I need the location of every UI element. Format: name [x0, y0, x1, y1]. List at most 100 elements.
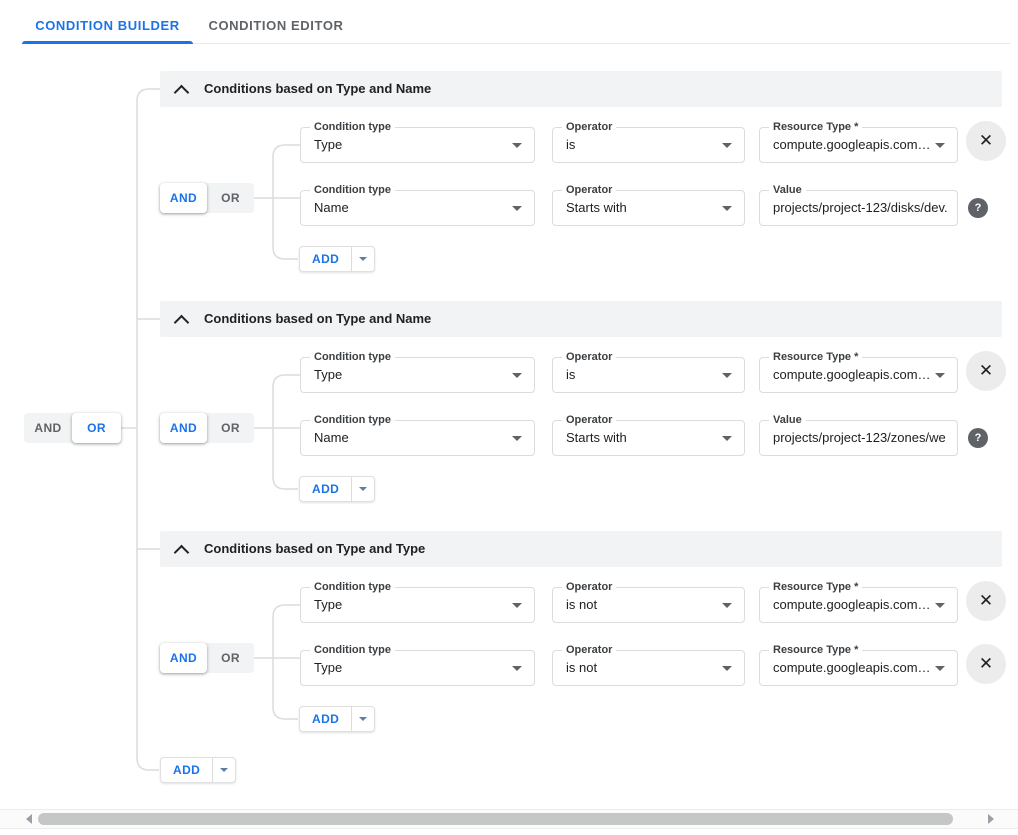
field-value: compute.googleapis.com…	[773, 651, 931, 685]
outer-or-option[interactable]: OR	[72, 413, 121, 443]
horizontal-scrollbar[interactable]	[0, 809, 1018, 829]
condition-type-select[interactable]: Condition type Type	[300, 587, 535, 623]
add-label: ADD	[161, 758, 212, 782]
chevron-down-icon	[722, 666, 732, 671]
field-value: Starts with	[566, 191, 718, 225]
add-label: ADD	[300, 707, 351, 731]
field-value: projects/project-123/disks/dev.	[773, 191, 949, 225]
group-title: Conditions based on Type and Type	[204, 531, 425, 567]
add-dropdown-button[interactable]	[213, 758, 235, 782]
remove-condition-button[interactable]: ✕	[966, 121, 1006, 161]
outer-and-option[interactable]: AND	[24, 413, 72, 443]
operator-select[interactable]: Operator is	[552, 357, 745, 393]
add-dropdown-button[interactable]	[352, 247, 374, 271]
resource-type-select[interactable]: Resource Type * compute.googleapis.com…	[759, 127, 958, 163]
chevron-down-icon	[935, 666, 945, 671]
caret-down-icon	[359, 487, 367, 491]
or-option[interactable]: OR	[207, 643, 254, 673]
field-value: compute.googleapis.com…	[773, 358, 931, 392]
field-value: Type	[314, 588, 508, 622]
chevron-down-icon	[512, 143, 522, 148]
value-input[interactable]: Value projects/project-123/zones/we	[759, 420, 958, 456]
and-option[interactable]: AND	[160, 183, 207, 213]
chevron-up-icon	[174, 315, 190, 331]
operator-select[interactable]: Operator is not	[552, 587, 745, 623]
group-2-header[interactable]: Conditions based on Type and Name	[160, 301, 1002, 337]
operator-select[interactable]: Operator is not	[552, 650, 745, 686]
help-icon[interactable]: ?	[968, 428, 988, 448]
condition-type-select[interactable]: Condition type Type	[300, 650, 535, 686]
chevron-down-icon	[512, 373, 522, 378]
group-3-header[interactable]: Conditions based on Type and Type	[160, 531, 1002, 567]
chevron-down-icon	[722, 373, 732, 378]
chevron-down-icon	[935, 143, 945, 148]
chevron-down-icon	[512, 436, 522, 441]
or-option[interactable]: OR	[207, 183, 254, 213]
caret-down-icon	[359, 717, 367, 721]
add-condition-group-button[interactable]: ADD	[160, 757, 236, 783]
chevron-down-icon	[512, 603, 522, 608]
outer-logic-toggle: AND OR	[24, 413, 121, 443]
tab-condition-builder[interactable]: CONDITION BUILDER	[22, 8, 193, 44]
operator-select[interactable]: Operator Starts with	[552, 420, 745, 456]
resource-type-select[interactable]: Resource Type * compute.googleapis.com…	[759, 650, 958, 686]
group-2-logic-toggle: AND OR	[160, 413, 254, 443]
condition-type-select[interactable]: Condition type Type	[300, 127, 535, 163]
remove-condition-button[interactable]: ✕	[966, 581, 1006, 621]
operator-select[interactable]: Operator Starts with	[552, 190, 745, 226]
scroll-left-arrow-icon[interactable]	[26, 814, 32, 824]
operator-select[interactable]: Operator is	[552, 127, 745, 163]
condition-type-select[interactable]: Condition type Name	[300, 190, 535, 226]
remove-condition-button[interactable]: ✕	[966, 351, 1006, 391]
add-condition-button[interactable]: ADD	[299, 246, 375, 272]
group-title: Conditions based on Type and Name	[204, 71, 431, 107]
scrollbar-thumb[interactable]	[38, 813, 953, 825]
chevron-down-icon	[722, 143, 732, 148]
chevron-down-icon	[722, 436, 732, 441]
field-value: Starts with	[566, 421, 718, 455]
value-input[interactable]: Value projects/project-123/disks/dev.	[759, 190, 958, 226]
and-option[interactable]: AND	[160, 643, 207, 673]
condition-type-select[interactable]: Condition type Type	[300, 357, 535, 393]
chevron-down-icon	[935, 373, 945, 378]
field-value: compute.googleapis.com…	[773, 128, 931, 162]
condition-type-select[interactable]: Condition type Name	[300, 420, 535, 456]
chevron-down-icon	[512, 206, 522, 211]
resource-type-select[interactable]: Resource Type * compute.googleapis.com…	[759, 587, 958, 623]
chevron-down-icon	[512, 666, 522, 671]
field-value: is	[566, 358, 718, 392]
field-value: Type	[314, 128, 508, 162]
tab-condition-editor[interactable]: CONDITION EDITOR	[193, 8, 359, 44]
group-1-header[interactable]: Conditions based on Type and Name	[160, 71, 1002, 107]
close-icon: ✕	[979, 131, 993, 151]
chevron-down-icon	[935, 603, 945, 608]
add-dropdown-button[interactable]	[352, 477, 374, 501]
add-label: ADD	[300, 477, 351, 501]
and-option[interactable]: AND	[160, 413, 207, 443]
add-label: ADD	[300, 247, 351, 271]
chevron-down-icon	[722, 206, 732, 211]
group-1-logic-toggle: AND OR	[160, 183, 254, 213]
remove-condition-button[interactable]: ✕	[966, 644, 1006, 684]
field-value: projects/project-123/zones/we	[773, 421, 949, 455]
help-icon[interactable]: ?	[968, 198, 988, 218]
resource-type-select[interactable]: Resource Type * compute.googleapis.com…	[759, 357, 958, 393]
help-glyph: ?	[975, 432, 982, 444]
caret-down-icon	[220, 768, 228, 772]
field-value: is not	[566, 651, 718, 685]
add-dropdown-button[interactable]	[352, 707, 374, 731]
field-value: Name	[314, 421, 508, 455]
field-value: Type	[314, 651, 508, 685]
scroll-right-arrow-icon[interactable]	[988, 814, 994, 824]
condition-tree-connectors	[0, 0, 1018, 835]
add-condition-button[interactable]: ADD	[299, 476, 375, 502]
help-glyph: ?	[975, 202, 982, 214]
close-icon: ✕	[979, 591, 993, 611]
chevron-up-icon	[174, 85, 190, 101]
chevron-down-icon	[722, 603, 732, 608]
field-value: Name	[314, 191, 508, 225]
chevron-up-icon	[174, 545, 190, 561]
add-condition-button[interactable]: ADD	[299, 706, 375, 732]
group-3-logic-toggle: AND OR	[160, 643, 254, 673]
or-option[interactable]: OR	[207, 413, 254, 443]
